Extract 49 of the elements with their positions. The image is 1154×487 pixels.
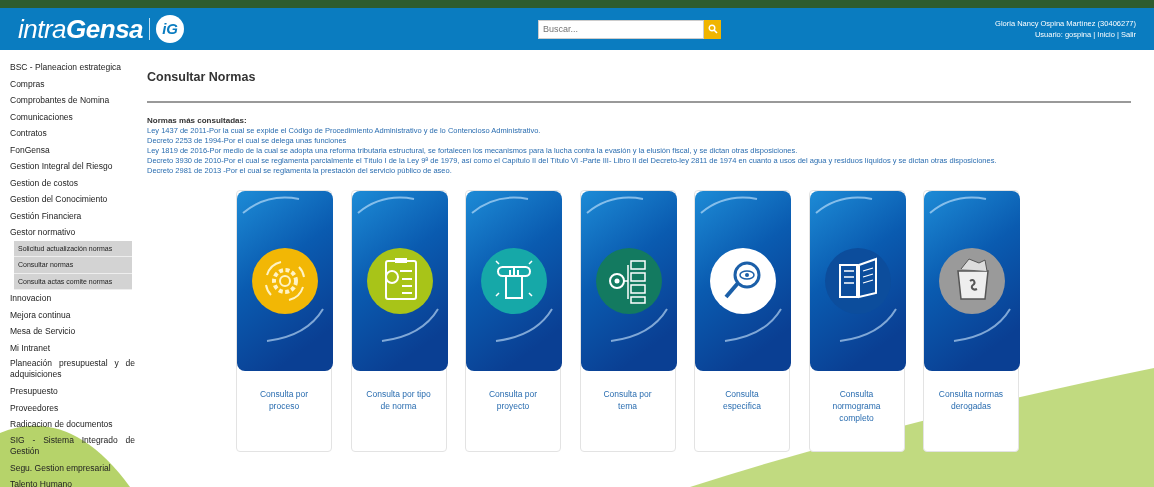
sidebar-item[interactable]: FonGensa: [10, 141, 135, 158]
sidebar-item[interactable]: Radicacion de documentos: [10, 416, 135, 433]
option-card[interactable]: Consulta por proceso: [236, 189, 332, 452]
option-card[interactable]: Consulta normas derogadas: [923, 189, 1019, 452]
sidebar-item[interactable]: SIG - Sistema Integrado de Gestión: [10, 432, 135, 460]
sidebar-item[interactable]: Segu. Gestion empresarial: [10, 459, 135, 476]
sidebar-item[interactable]: Talento Humano: [10, 476, 135, 487]
option-card[interactable]: Consulta especifica: [694, 189, 790, 452]
sidebar-item[interactable]: Comprobantes de Nomina: [10, 92, 135, 109]
card-label: Consulta normograma completo: [831, 387, 882, 424]
sidebar-item[interactable]: Proveedores: [10, 399, 135, 416]
card-label: Consulta por proyecto: [487, 387, 539, 412]
search-field[interactable]: Buscar...: [538, 19, 705, 39]
gear-cycle-icon: [265, 260, 305, 301]
paper-bin-icon: [957, 258, 989, 300]
sidebar-item[interactable]: Presupuesto: [10, 383, 135, 400]
logo-badge: iG: [156, 15, 185, 43]
option-card[interactable]: Consulta por tema: [579, 189, 676, 452]
card-label: Consulta normas derogadas: [937, 387, 1005, 412]
sidebar-item[interactable]: Mi Intranet: [10, 339, 135, 356]
sidebar-item[interactable]: Compras: [10, 75, 135, 92]
section-label: Normas más consultadas:: [147, 115, 248, 126]
card-label: Consulta por tipo de norma: [365, 387, 432, 412]
sidebar-item[interactable]: Comunicaciones: [10, 108, 135, 125]
option-card[interactable]: Consulta normograma completo: [808, 189, 905, 452]
sidebar-item[interactable]: BSC - Planeacion estrategica: [10, 59, 135, 76]
option-card[interactable]: Consulta por proyecto: [465, 189, 561, 452]
sidebar-item[interactable]: Mejora continua: [10, 306, 135, 323]
target-checklist-icon: [608, 260, 646, 304]
sidebar-item[interactable]: Contratos: [10, 125, 135, 142]
page-title: Consultar Normas: [147, 69, 257, 86]
sidebar-item[interactable]: Innovacion: [10, 290, 135, 307]
sidebar-item[interactable]: Gestion Integral del Riesgo: [10, 158, 135, 175]
card-label: Consulta por tema: [602, 387, 653, 412]
sidebar-item[interactable]: Gestor normativo: [10, 224, 135, 241]
open-book-icon: [838, 257, 877, 298]
sidebar-item[interactable]: Planeación presupuestal y de adquisiciones: [10, 356, 135, 383]
card-label: Consulta especifica: [722, 387, 762, 412]
card-label: Consulta por proceso: [258, 387, 310, 412]
sidebar-item[interactable]: Gestion de costos: [10, 174, 135, 191]
logo-text: intraGensa: [18, 12, 144, 46]
magnifier-eye-icon: [724, 261, 761, 299]
sidebar-item[interactable]: Gestión Financiera: [10, 207, 135, 224]
clipboard-checklist-icon: [384, 257, 417, 300]
sidebar-item[interactable]: Gestion del Conocimiento: [10, 191, 135, 208]
option-card[interactable]: Consulta por tipo de norma: [350, 189, 447, 452]
sidebar-item[interactable]: Mesa de Servicio: [10, 323, 135, 340]
search-icon: [707, 24, 718, 34]
search-button[interactable]: [704, 19, 722, 39]
